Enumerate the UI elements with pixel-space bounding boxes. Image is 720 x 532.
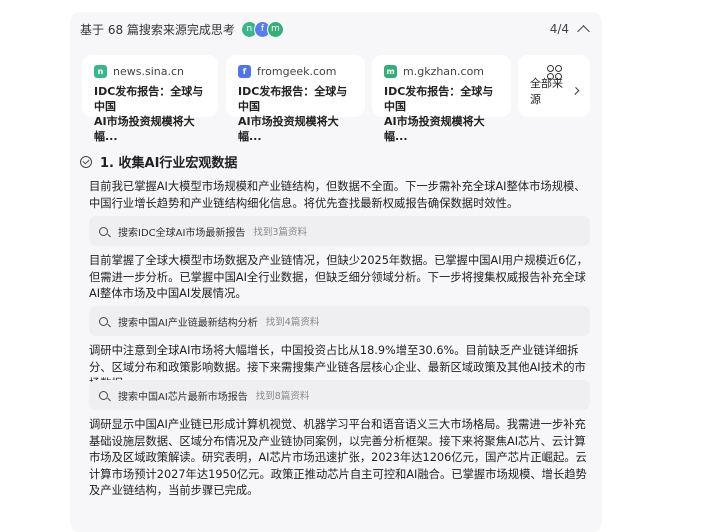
search-result-count: 找到8篇资料 bbox=[255, 391, 310, 402]
site-icon: n bbox=[94, 65, 107, 78]
search-query: 搜索中国AI产业链最新结构分析 bbox=[118, 317, 258, 329]
search-result-count: 找到3篇资料 bbox=[253, 227, 307, 238]
source-card[interactable]: n news.sina.cn IDC发布报告：全球与中国 AI市场投资规模将大幅.… bbox=[82, 55, 218, 143]
search-item[interactable]: 搜索中国AI芯片最新市场报告 找到8篇资料 bbox=[89, 380, 590, 410]
source-card[interactable]: m m.gkzhan.com IDC发布报告：全球与中国 AI市场投资规模将大幅.… bbox=[372, 55, 511, 143]
search-icon bbox=[99, 390, 108, 400]
step-title-text: 1. 收集AI行业宏观数据 bbox=[100, 156, 238, 171]
search-icon bbox=[99, 316, 108, 326]
chevron-right-icon bbox=[571, 87, 580, 95]
collapse-chevron-icon[interactable] bbox=[577, 24, 590, 38]
site-icon: f bbox=[238, 65, 251, 78]
source-title: IDC发布报告：全球与中国 AI市场投资规模将大幅... bbox=[384, 85, 494, 143]
search-query: 搜索IDC全球AI市场最新报告 bbox=[118, 227, 246, 239]
search-item[interactable]: 搜索IDC全球AI市场最新报告 找到3篇资料 bbox=[89, 216, 590, 246]
thinking-header[interactable]: 基于 68 篇搜索来源完成思考 n f m 4/4 bbox=[80, 16, 592, 42]
source-site: news.sina.cn bbox=[113, 65, 184, 78]
source-title: IDC发布报告：全球与中国 AI市场投资规模将大幅... bbox=[238, 85, 348, 143]
step-paragraph: 目前我已掌握AI大模型市场规模和产业链结构，但数据不全面。下一步需补充全球AI整… bbox=[89, 180, 586, 210]
all-sources-button[interactable]: 全部来源 bbox=[518, 55, 590, 117]
check-circle-icon bbox=[80, 155, 92, 168]
step-paragraph: 目前掌握了全球大模型市场数据及产业链情况，但缺少2025年数据。已掌握中国AI用… bbox=[89, 254, 588, 300]
avatar: m bbox=[266, 20, 284, 38]
search-item[interactable]: 搜索中国AI产业链最新结构分析 找到4篇资料 bbox=[89, 306, 590, 336]
page-indicator: 4/4 bbox=[549, 22, 569, 36]
source-site: fromgeek.com bbox=[257, 65, 337, 78]
step-paragraph: 调研显示中国AI产业链已形成计算机视觉、机器学习平台和语音语义三大市场格局。我需… bbox=[89, 418, 587, 497]
search-query: 搜索中国AI芯片最新市场报告 bbox=[118, 391, 248, 403]
source-avatars: n f m bbox=[240, 20, 284, 38]
apps-icon bbox=[547, 65, 562, 80]
search-result-count: 找到4篇资料 bbox=[265, 317, 320, 328]
site-icon: m bbox=[384, 65, 397, 78]
header-title: 基于 68 篇搜索来源完成思考 bbox=[80, 22, 235, 37]
source-title: IDC发布报告：全球与中国 AI市场投资规模将大幅... bbox=[94, 85, 204, 143]
source-card[interactable]: f fromgeek.com IDC发布报告：全球与中国 AI市场投资规模将大幅.… bbox=[226, 55, 365, 143]
search-icon bbox=[99, 226, 108, 236]
step-title: 1. 收集AI行业宏观数据 bbox=[80, 152, 237, 171]
source-site: m.gkzhan.com bbox=[403, 65, 485, 78]
